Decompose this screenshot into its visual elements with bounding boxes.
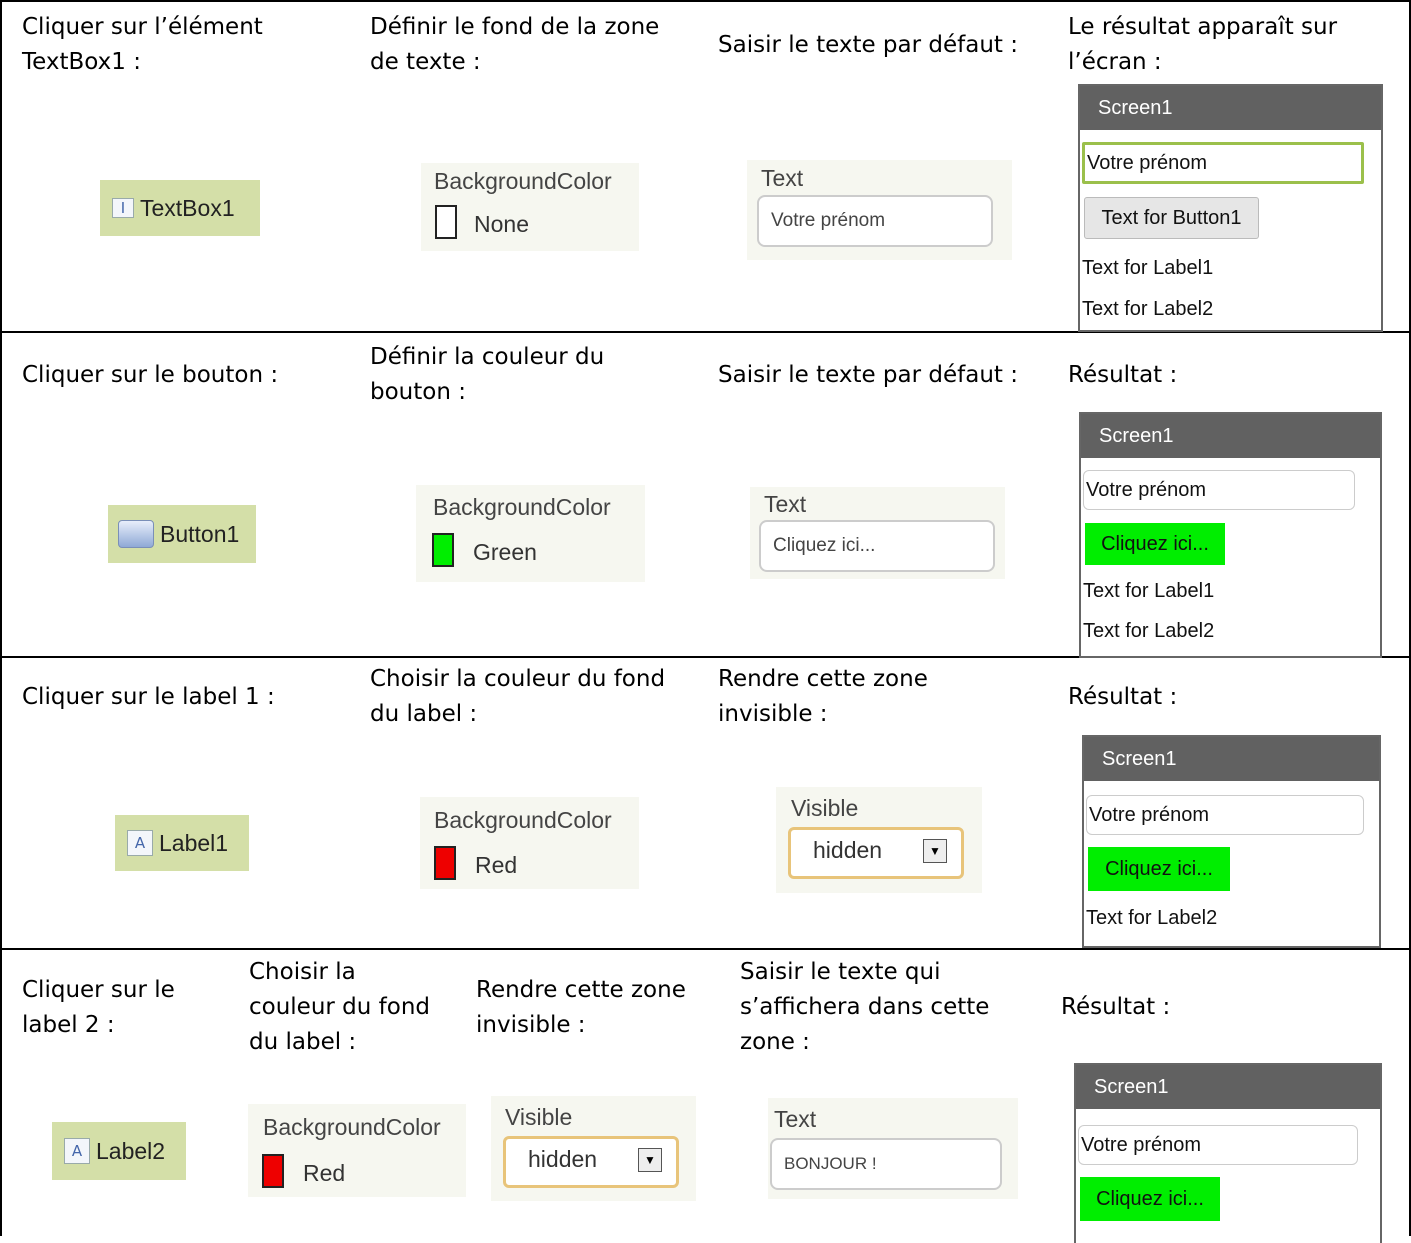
property-value: Red (303, 1160, 346, 1186)
property-value: Green (473, 539, 537, 565)
component-textbox1[interactable]: I TextBox1 (100, 180, 260, 236)
component-label1[interactable]: A Label1 (115, 815, 249, 871)
screen-textbox[interactable]: Votre prénom (1082, 142, 1364, 184)
screen-textbox[interactable]: Votre prénom (1078, 1125, 1358, 1165)
property-value: Red (475, 852, 518, 878)
property-title: Visible (791, 795, 859, 821)
property-background-color: BackgroundColor Green (416, 485, 645, 582)
label-icon: A (127, 830, 153, 856)
textbox-icon: I (112, 198, 134, 218)
step-instruction: Cliquer sur le bouton : (22, 362, 279, 388)
select-value: hidden (813, 837, 883, 863)
step-instruction: Rendre cette zone invisible : (476, 977, 686, 1038)
property-text: Text Votre prénom (747, 160, 1012, 260)
component-label: Label1 (159, 829, 229, 856)
component-label: Label2 (96, 1137, 166, 1164)
screen-label2: Text for Label2 (1086, 907, 1218, 929)
step-instruction: Saisir le texte qui s’affichera dans cet… (740, 959, 990, 1055)
step-instruction: Rendre cette zone invisible : (718, 666, 928, 727)
component-label: TextBox1 (140, 194, 235, 221)
property-background-color: BackgroundColor Red (420, 797, 639, 889)
property-value: None (474, 211, 529, 237)
text-input[interactable]: BONJOUR ! (770, 1138, 1002, 1190)
screen-label1: Text for Label1 (1083, 580, 1215, 602)
step-instruction: Résultat : (1068, 684, 1178, 710)
step-instruction: Le résultat apparaît sur l’écran : (1068, 14, 1338, 75)
screen-title-bar: Screen1 (1076, 1065, 1380, 1109)
select-value: hidden (528, 1146, 598, 1172)
property-visible: Visible hidden ▼ (776, 787, 982, 893)
phone-screen-preview: Screen1 Votre prénom Cliquez ici... Text… (1082, 735, 1381, 948)
screen-textbox[interactable]: Votre prénom (1086, 795, 1364, 835)
row-divider (0, 948, 1411, 950)
step-instruction: Résultat : (1068, 362, 1178, 388)
property-title: BackgroundColor (433, 494, 611, 520)
property-title: BackgroundColor (434, 807, 612, 833)
visible-select[interactable]: hidden ▼ (503, 1136, 679, 1188)
step-instruction: Choisir la couleur du fond du label : (370, 666, 666, 727)
property-text: Text BONJOUR ! (768, 1098, 1018, 1199)
phone-screen-preview: Screen1 Votre prénom Text for Button1 Te… (1078, 84, 1383, 332)
color-swatch[interactable] (262, 1154, 284, 1188)
property-title: Text (774, 1106, 817, 1132)
color-swatch[interactable] (432, 533, 454, 567)
component-label2[interactable]: A Label2 (52, 1122, 186, 1180)
text-input[interactable]: Cliquez ici... (759, 520, 995, 572)
screen-button[interactable]: Cliquez ici... (1080, 1177, 1220, 1221)
screen-label2: Text for Label2 (1082, 298, 1214, 320)
property-title: Text (764, 491, 807, 517)
step-instruction: Définir le fond de la zone de texte : (370, 14, 660, 75)
label-icon: A (64, 1138, 90, 1164)
color-swatch[interactable] (434, 846, 456, 880)
color-swatch[interactable] (435, 205, 457, 239)
screen-label2: Text for Label2 (1083, 620, 1215, 642)
button-icon (118, 520, 154, 548)
step-instruction: Saisir le texte par défaut : (718, 362, 1018, 388)
phone-screen-preview: Screen1 Votre prénom Cliquez ici... (1074, 1063, 1382, 1243)
step-instruction: Saisir le texte par défaut : (718, 32, 1018, 58)
step-instruction: Cliquer sur l’élément TextBox1 : (22, 14, 263, 75)
screen-textbox[interactable]: Votre prénom (1083, 470, 1355, 510)
screen-label1: Text for Label1 (1082, 257, 1214, 279)
property-background-color: BackgroundColor Red (248, 1104, 466, 1197)
screen-button[interactable]: Text for Button1 (1084, 197, 1259, 239)
property-title: Visible (505, 1104, 573, 1130)
screen-title-bar: Screen1 (1080, 86, 1381, 130)
screen-button[interactable]: Cliquez ici... (1085, 523, 1225, 565)
property-title: BackgroundColor (434, 168, 612, 194)
property-text: Text Cliquez ici... (750, 487, 1005, 579)
dropdown-arrow-icon[interactable]: ▼ (923, 839, 947, 863)
component-button1[interactable]: Button1 (108, 505, 256, 563)
property-title: BackgroundColor (263, 1114, 441, 1140)
property-visible: Visible hidden ▼ (491, 1096, 696, 1201)
screen-button[interactable]: Cliquez ici... (1088, 847, 1230, 891)
step-instruction: Cliquer sur le label 2 : (22, 977, 175, 1038)
dropdown-arrow-icon[interactable]: ▼ (638, 1148, 662, 1172)
step-instruction: Résultat : (1061, 994, 1171, 1020)
property-background-color: BackgroundColor None (421, 163, 639, 251)
step-instruction: Choisir la couleur du fond du label : (249, 959, 431, 1055)
phone-screen-preview: Screen1 Votre prénom Cliquez ici... Text… (1079, 412, 1382, 658)
step-instruction: Définir la couleur du bouton : (370, 344, 605, 405)
property-title: Text (761, 165, 804, 191)
component-label: Button1 (160, 520, 240, 547)
step-instruction: Cliquer sur le label 1 : (22, 684, 275, 710)
text-input[interactable]: Votre prénom (757, 195, 993, 247)
screen-title-bar: Screen1 (1084, 737, 1379, 781)
screen-title-bar: Screen1 (1081, 414, 1380, 458)
visible-select[interactable]: hidden ▼ (788, 827, 964, 879)
